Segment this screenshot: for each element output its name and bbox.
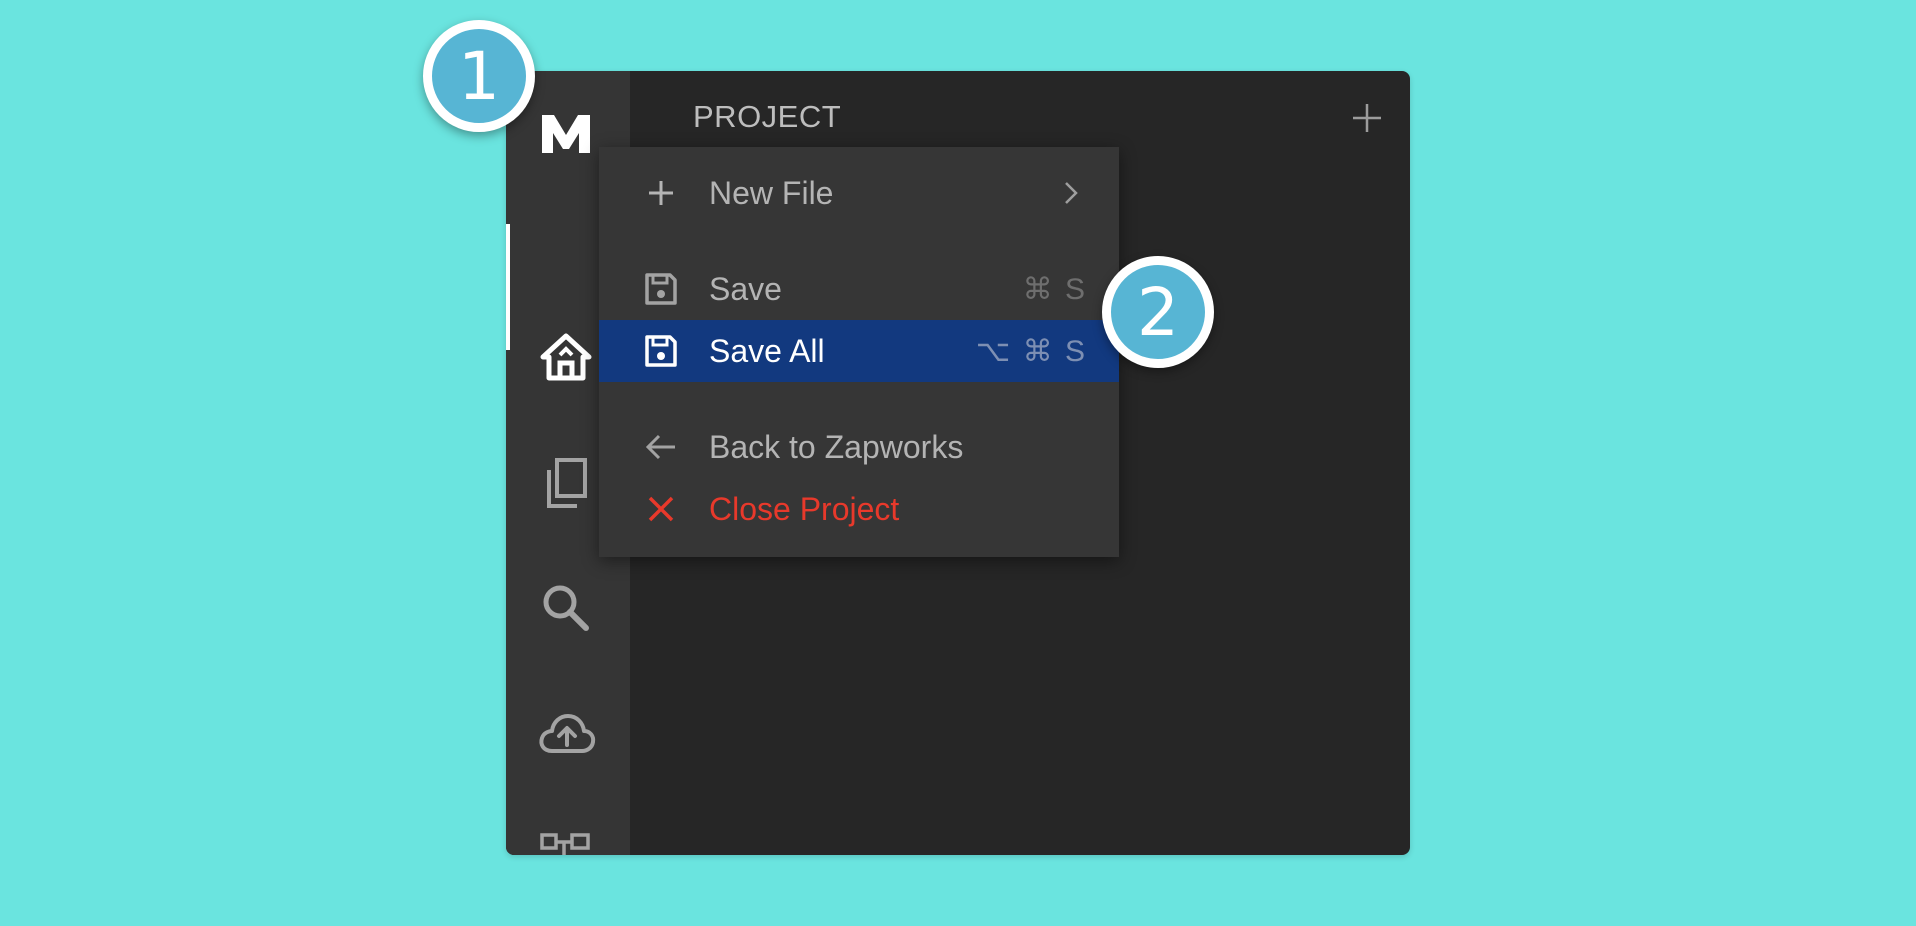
save-icon [641,269,681,309]
arrow-left-icon [641,427,681,467]
save-icon [641,331,681,371]
project-menu: New File Save ⌘ S Save All ⌥ ⌘ S Back to… [599,147,1119,557]
copy-files-icon[interactable] [536,454,596,514]
menu-item-save[interactable]: Save ⌘ S [599,258,1119,320]
shortcut-text: ⌥ ⌘ S [975,334,1087,368]
menu-item-label: Save All [709,332,825,369]
close-icon [641,489,681,529]
menu-item-label: Save [709,270,782,307]
panel-title: PROJECT [693,99,842,134]
callout-badge-1: 1 [423,20,535,132]
menu-item-close-project[interactable]: Close Project [599,478,1119,540]
home-icon[interactable] [536,327,596,387]
cloud-upload-icon[interactable] [536,704,596,764]
hierarchy-icon[interactable] [536,827,596,855]
menu-item-new-file[interactable]: New File [599,162,1119,224]
menu-item-label: Close Project [709,490,900,527]
chevron-right-icon [1059,178,1083,208]
callout-badge-2: 2 [1102,256,1214,368]
menu-item-label: Back to Zapworks [709,428,964,465]
m-logo-icon[interactable] [536,103,596,163]
menu-item-save-all[interactable]: Save All ⌥ ⌘ S [599,320,1119,382]
menu-item-back-to-zapworks[interactable]: Back to Zapworks [599,416,1119,478]
shortcut-text: ⌘ S [1022,272,1087,306]
menu-item-label: New File [709,174,834,211]
plus-icon[interactable] [1342,93,1392,143]
active-indicator [506,224,510,350]
plus-icon [641,173,681,213]
search-icon[interactable] [536,578,596,638]
